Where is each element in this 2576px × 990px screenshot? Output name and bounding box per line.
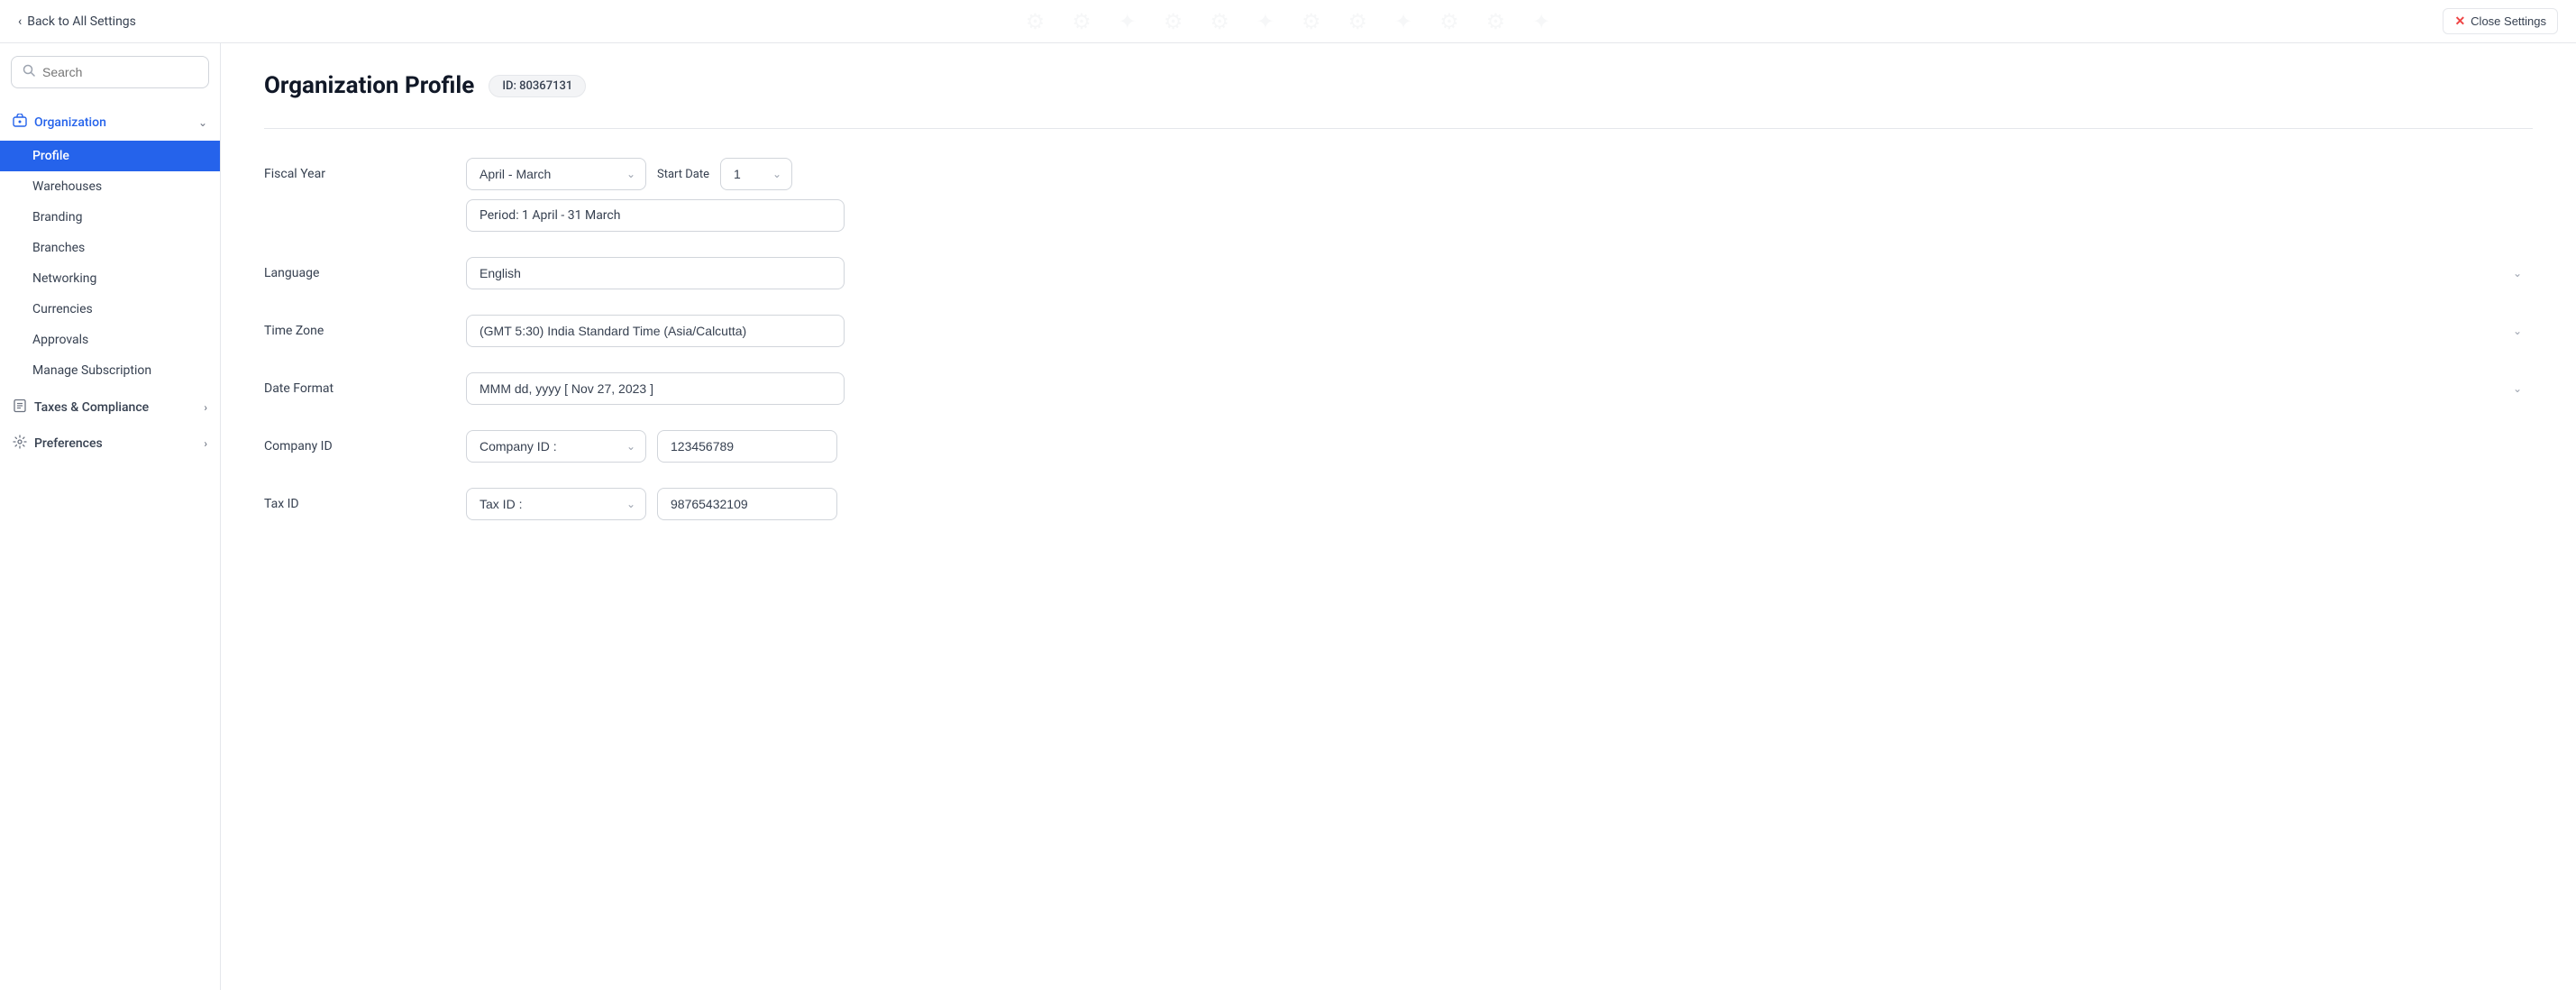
taxes-chevron-icon: ›: [204, 401, 207, 414]
tax-id-controls: Tax ID : GST : HST : ⌄: [466, 488, 2533, 520]
company-id-label: Company ID: [264, 430, 444, 454]
org-chevron-icon: ⌄: [198, 116, 207, 129]
page-title: Organization Profile: [264, 72, 474, 99]
date-format-row: Date Format MMM dd, yyyy [ Nov 27, 2023 …: [264, 372, 2533, 405]
language-chevron-icon: ⌄: [2513, 267, 2522, 280]
back-to-settings-link[interactable]: ‹ Back to All Settings: [18, 14, 136, 29]
sidebar-item-manage-subscription-label: Manage Subscription: [32, 363, 151, 378]
sidebar-item-networking-label: Networking: [32, 271, 96, 286]
preferences-chevron-icon: ›: [204, 437, 207, 450]
back-chevron-icon: ‹: [18, 14, 22, 29]
start-date-label: Start Date: [657, 168, 709, 181]
search-input[interactable]: [42, 65, 197, 79]
organization-group-header[interactable]: Organization ⌄: [0, 105, 220, 141]
fiscal-year-row: Fiscal Year April - March January - Dece…: [264, 158, 2533, 232]
date-format-select-wrapper: MMM dd, yyyy [ Nov 27, 2023 ] dd/MM/yyyy…: [466, 372, 2533, 405]
main-layout: Organization ⌄ Profile Warehouses Brandi…: [0, 43, 2576, 990]
org-section: Organization ⌄ Profile Warehouses Brandi…: [0, 101, 220, 390]
tax-id-type-select[interactable]: Tax ID : GST : HST :: [466, 488, 646, 520]
sidebar-item-branches[interactable]: Branches: [0, 233, 220, 263]
fiscal-year-select[interactable]: April - March January - December July - …: [466, 158, 646, 190]
preferences-icon: [13, 435, 27, 453]
tax-id-type-wrapper: Tax ID : GST : HST : ⌄: [466, 488, 646, 520]
fiscal-year-inline: April - March January - December July - …: [466, 158, 2533, 190]
search-box[interactable]: [11, 56, 209, 88]
sidebar-item-networking[interactable]: Networking: [0, 263, 220, 294]
date-format-select[interactable]: MMM dd, yyyy [ Nov 27, 2023 ] dd/MM/yyyy…: [466, 372, 845, 405]
date-format-chevron-icon: ⌄: [2513, 382, 2522, 395]
sidebar-item-manage-subscription[interactable]: Manage Subscription: [0, 355, 220, 386]
search-icon: [23, 64, 35, 80]
language-row: Language English Hindi French Spanish ⌄: [264, 257, 2533, 289]
timezone-chevron-icon: ⌄: [2513, 325, 2522, 337]
fiscal-year-select-wrapper: April - March January - December July - …: [466, 158, 646, 190]
top-bar: ‹ Back to All Settings ⚙ ⚙ ✦ ⚙ ⚙ ✦ ⚙ ⚙ ✦…: [0, 0, 2576, 43]
company-id-row: Company ID Company ID : VAT Number : EIN…: [264, 430, 2533, 463]
company-id-input[interactable]: [657, 430, 837, 463]
timezone-controls: (GMT 5:30) India Standard Time (Asia/Cal…: [466, 315, 2533, 347]
tax-id-inline: Tax ID : GST : HST : ⌄: [466, 488, 2533, 520]
company-id-type-select[interactable]: Company ID : VAT Number : EIN :: [466, 430, 646, 463]
timezone-select[interactable]: (GMT 5:30) India Standard Time (Asia/Cal…: [466, 315, 845, 347]
timezone-select-wrapper: (GMT 5:30) India Standard Time (Asia/Cal…: [466, 315, 2533, 347]
tax-id-input[interactable]: [657, 488, 837, 520]
language-controls: English Hindi French Spanish ⌄: [466, 257, 2533, 289]
company-id-type-wrapper: Company ID : VAT Number : EIN : ⌄: [466, 430, 646, 463]
back-label: Back to All Settings: [27, 14, 136, 29]
tax-id-row: Tax ID Tax ID : GST : HST : ⌄: [264, 488, 2533, 520]
preferences-group-label: Preferences: [34, 436, 103, 451]
sidebar-item-branches-label: Branches: [32, 241, 85, 255]
timezone-label: Time Zone: [264, 315, 444, 338]
content-area: Organization Profile ID: 80367131 Fiscal…: [221, 43, 2576, 990]
close-settings-label: Close Settings: [2471, 14, 2546, 28]
start-date-select-wrapper: 1 2 3 ⌄: [720, 158, 792, 190]
sidebar: Organization ⌄ Profile Warehouses Brandi…: [0, 43, 221, 990]
preferences-group[interactable]: Preferences ›: [0, 426, 220, 462]
org-group-label: Organization: [34, 115, 106, 130]
company-id-inline: Company ID : VAT Number : EIN : ⌄: [466, 430, 2533, 463]
sidebar-item-branding[interactable]: Branding: [0, 202, 220, 233]
language-label: Language: [264, 257, 444, 280]
close-settings-button[interactable]: ✕ Close Settings: [2443, 8, 2558, 34]
fiscal-year-controls: April - March January - December July - …: [466, 158, 2533, 232]
taxes-icon: [13, 399, 27, 417]
sidebar-item-approvals-label: Approvals: [32, 333, 88, 347]
taxes-group[interactable]: Taxes & Compliance ›: [0, 390, 220, 426]
date-format-label: Date Format: [264, 372, 444, 396]
org-id-badge: ID: 80367131: [489, 75, 586, 97]
start-date-select[interactable]: 1 2 3: [720, 158, 792, 190]
sidebar-item-currencies[interactable]: Currencies: [0, 294, 220, 325]
sidebar-item-profile[interactable]: Profile: [0, 141, 220, 171]
close-x-icon: ✕: [2454, 14, 2465, 29]
sidebar-item-warehouses-label: Warehouses: [32, 179, 102, 194]
sidebar-item-branding-label: Branding: [32, 210, 82, 225]
header-divider: [264, 128, 2533, 129]
sidebar-item-currencies-label: Currencies: [32, 302, 93, 316]
page-header: Organization Profile ID: 80367131: [264, 72, 2533, 99]
company-id-controls: Company ID : VAT Number : EIN : ⌄: [466, 430, 2533, 463]
bg-decorations: ⚙ ⚙ ✦ ⚙ ⚙ ✦ ⚙ ⚙ ✦ ⚙ ⚙ ✦: [1026, 9, 1551, 34]
org-icon: [13, 114, 27, 132]
fiscal-year-label: Fiscal Year: [264, 158, 444, 181]
language-select[interactable]: English Hindi French Spanish: [466, 257, 845, 289]
language-select-wrapper: English Hindi French Spanish ⌄: [466, 257, 2533, 289]
sidebar-item-profile-label: Profile: [32, 149, 69, 163]
period-display: Period: 1 April - 31 March: [466, 199, 845, 232]
tax-id-label: Tax ID: [264, 488, 444, 511]
sidebar-item-approvals[interactable]: Approvals: [0, 325, 220, 355]
date-format-controls: MMM dd, yyyy [ Nov 27, 2023 ] dd/MM/yyyy…: [466, 372, 2533, 405]
timezone-row: Time Zone (GMT 5:30) India Standard Time…: [264, 315, 2533, 347]
taxes-group-label: Taxes & Compliance: [34, 400, 149, 415]
sidebar-item-warehouses[interactable]: Warehouses: [0, 171, 220, 202]
